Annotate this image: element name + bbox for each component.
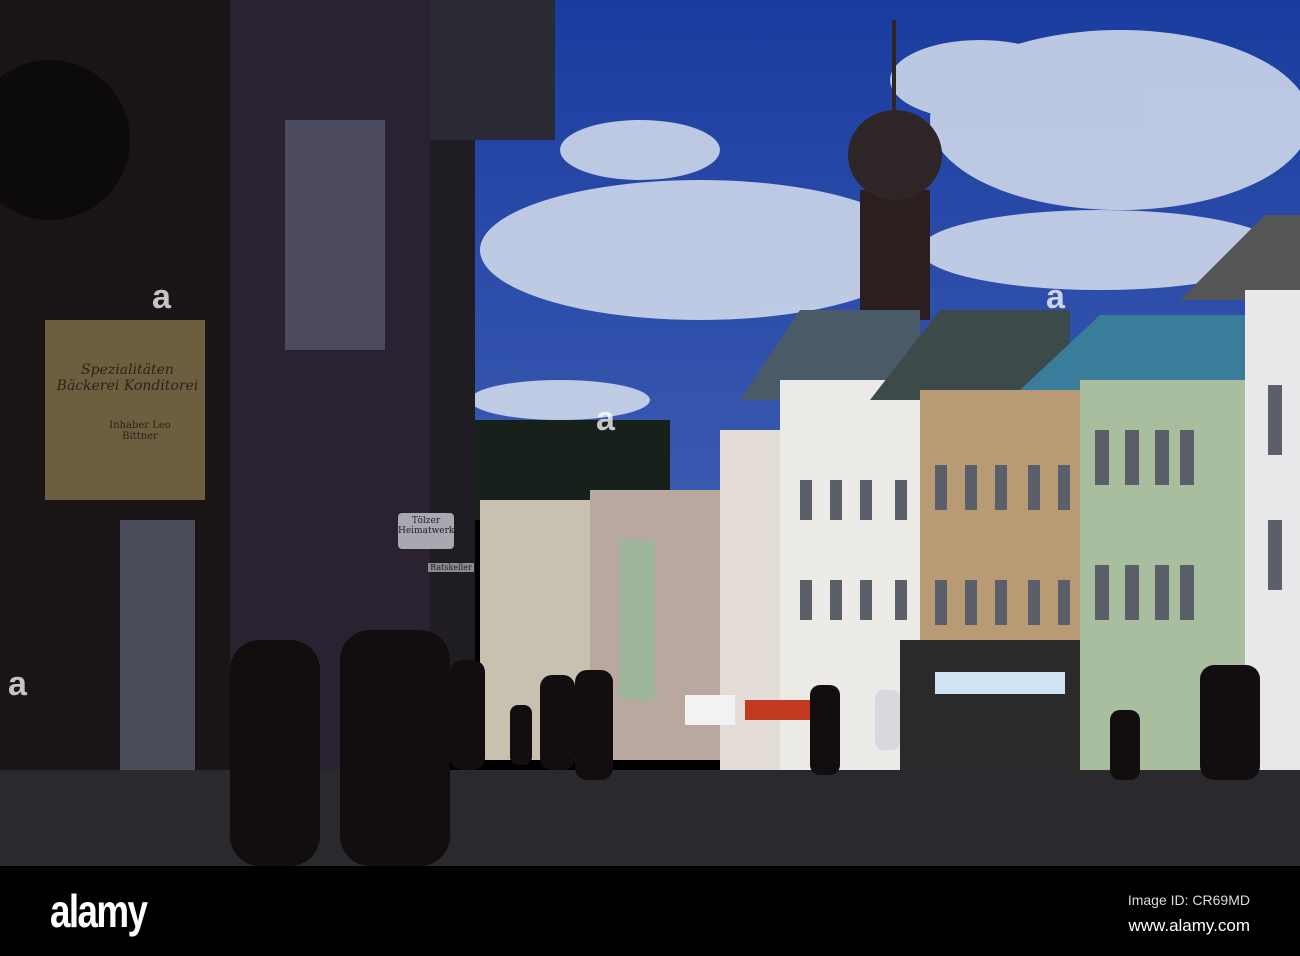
hanging-sign-ratskeller: Ratskeller: [428, 563, 474, 572]
alamy-logo: alamy: [50, 885, 148, 937]
watermark: a: [8, 665, 27, 703]
shop-owner-text: Inhaber Leo Bittner: [109, 420, 171, 442]
awning-white: [685, 695, 735, 725]
watermark: a: [596, 400, 615, 438]
street-photo: [0, 0, 1300, 866]
watermark: a: [1046, 278, 1065, 316]
hanging-sign-heimatwerk: Tölzer Heimatwerk: [398, 513, 454, 549]
pedestrian-light-coat: [875, 690, 900, 750]
image-id: Image ID: CR69MD: [1127, 892, 1250, 908]
watermark: a: [152, 278, 171, 316]
street: [0, 770, 1300, 866]
shop-sign: Spezialitäten Bäckerei Konditorei: [56, 362, 199, 394]
site-url: www.alamy.com: [1128, 916, 1250, 935]
awning-red: [745, 700, 810, 720]
footer-bar: alamy Image ID: CR69MD www.alamy.com: [0, 866, 1300, 956]
awning-blue: [935, 672, 1065, 694]
